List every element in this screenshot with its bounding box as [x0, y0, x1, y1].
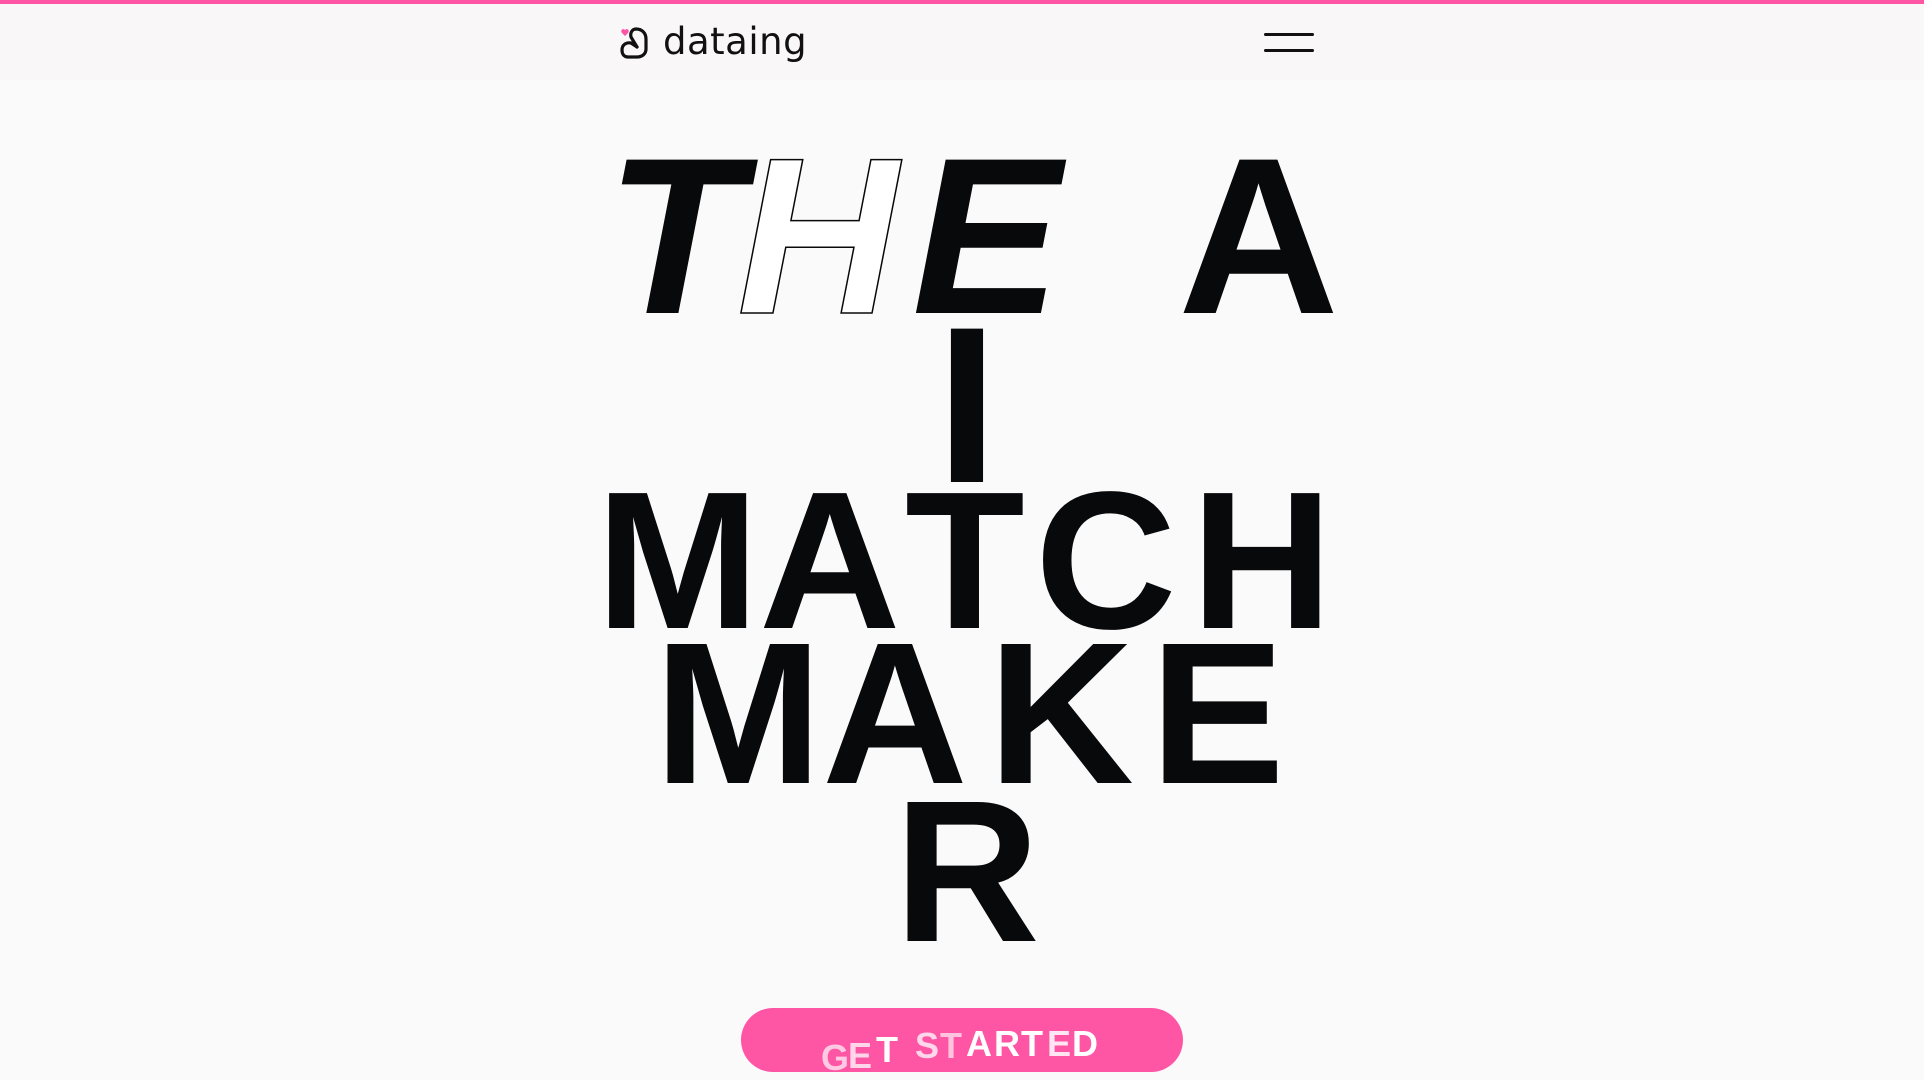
cta-letter: G	[821, 1037, 850, 1078]
hero-letter: M	[654, 600, 823, 826]
cta-letter: T	[876, 1029, 898, 1070]
hero-letter: E	[1150, 600, 1285, 826]
hero-letter: T	[606, 112, 743, 361]
hero-letter: A	[1178, 112, 1340, 361]
get-started-button[interactable]: G E T S T A R T E D	[741, 1008, 1183, 1076]
cta-letter: S	[915, 1025, 940, 1066]
cta-letter: T	[940, 1025, 962, 1066]
cta-letter: R	[994, 1023, 1020, 1064]
cta-letter: T	[1021, 1023, 1043, 1064]
cta-letter: E	[1047, 1023, 1072, 1064]
cta-letter: E	[848, 1035, 873, 1076]
cta-letter: A	[966, 1023, 992, 1064]
hero-letter: H	[736, 112, 899, 361]
hero-title: T H E A I M A T C H M A K E R	[0, 0, 1924, 1080]
hero-letter: R	[894, 758, 1040, 984]
cta-letter: D	[1072, 1023, 1098, 1064]
